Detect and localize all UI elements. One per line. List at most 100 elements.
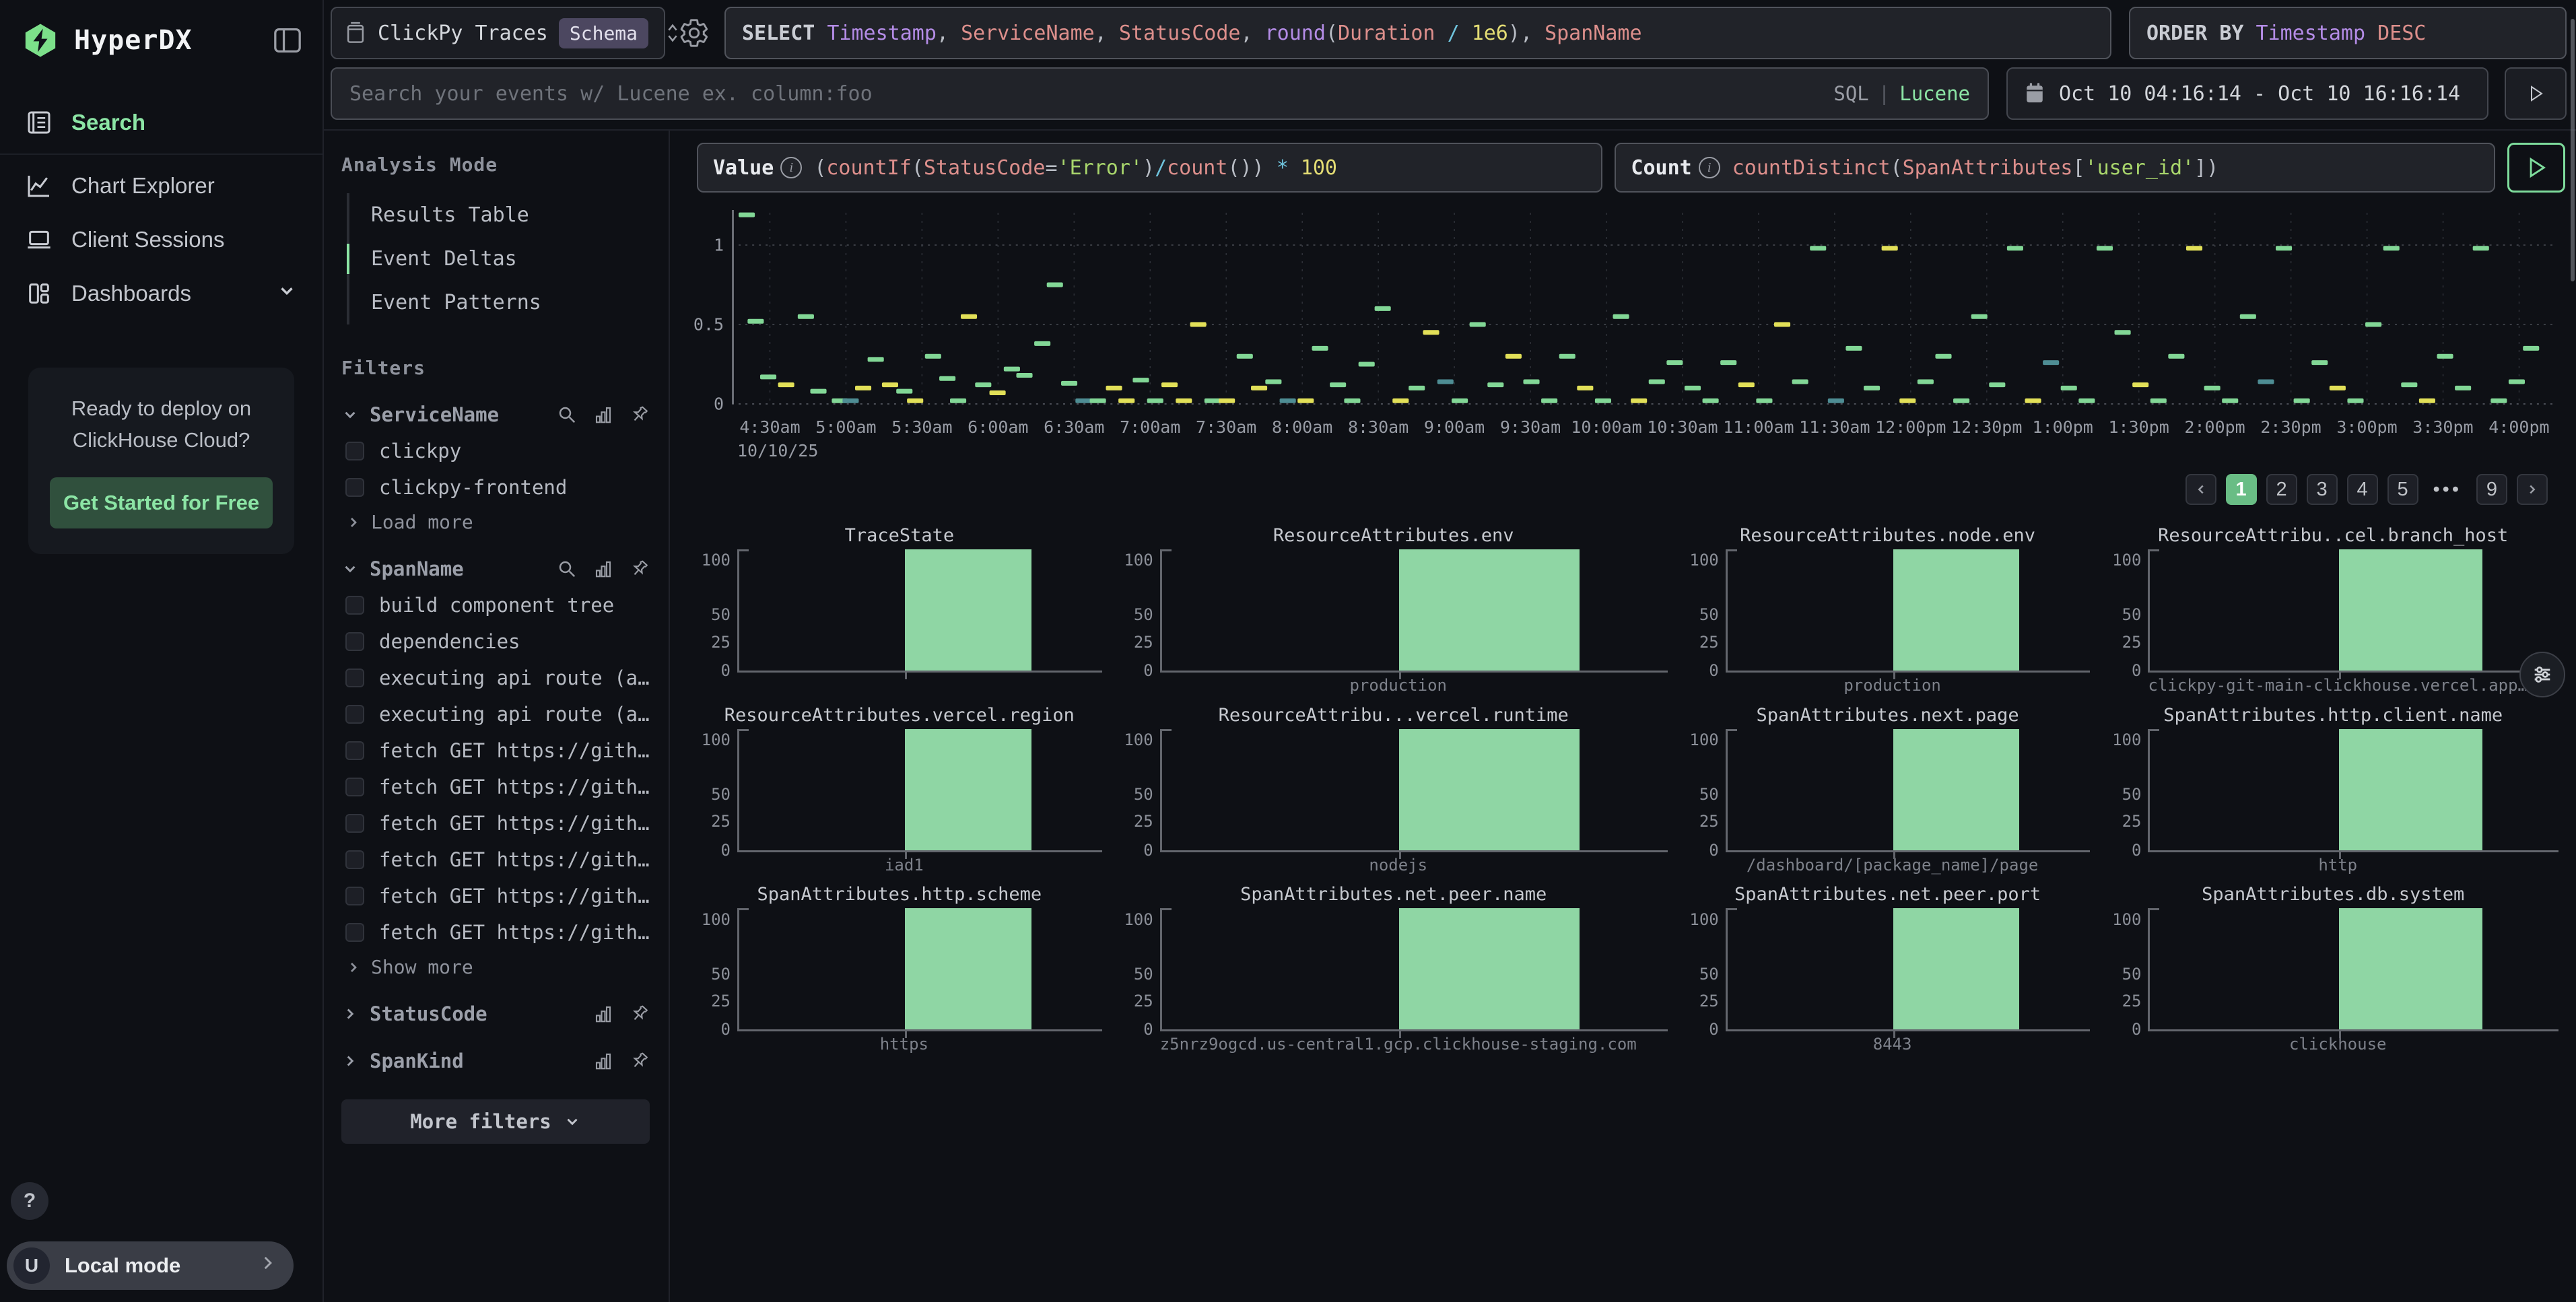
search-icon[interactable] — [557, 559, 577, 579]
attribute-chart[interactable]: ResourceAttributes.node.env10050250produ… — [1685, 525, 2091, 693]
bar[interactable] — [905, 549, 1031, 671]
bar-chart-icon[interactable] — [593, 405, 613, 425]
analysis-mode-option[interactable]: Event Patterns — [349, 281, 650, 324]
more-filters-button[interactable]: More filters — [341, 1099, 650, 1144]
source-select[interactable]: ClickPy Traces Schema — [331, 7, 665, 59]
analysis-mode-option[interactable]: Event Deltas — [349, 237, 650, 281]
pagination-prev-button[interactable] — [2185, 474, 2216, 505]
checkbox[interactable] — [345, 814, 364, 833]
pagination-page-4[interactable]: 4 — [2347, 474, 2378, 505]
pin-icon[interactable] — [630, 1051, 650, 1071]
checkbox[interactable] — [345, 632, 364, 651]
filter-checkbox-row[interactable]: clickpy — [341, 440, 650, 462]
filter-group-header[interactable]: SpanName — [341, 557, 650, 580]
bar[interactable] — [1893, 549, 2019, 671]
filter-checkbox-row[interactable]: executing api route (app)… — [341, 703, 650, 726]
run-query-button[interactable] — [2507, 143, 2565, 193]
chart-settings-fab[interactable] — [2519, 652, 2565, 697]
bar-chart-icon[interactable] — [593, 559, 613, 579]
filter-more-button[interactable]: Load more — [341, 511, 650, 533]
checkbox[interactable] — [345, 850, 364, 869]
attribute-chart[interactable]: ResourceAttribu...vercel.runtime10050250… — [1120, 705, 1668, 873]
gear-icon[interactable] — [679, 18, 710, 48]
bar-chart-icon[interactable] — [593, 1004, 613, 1024]
filter-checkbox-row[interactable]: fetch GET https://github.… — [341, 885, 650, 907]
sql-mode-button[interactable]: SQL — [1833, 82, 1868, 105]
bar[interactable] — [1399, 729, 1580, 850]
filter-checkbox-row[interactable]: fetch GET https://github.… — [341, 812, 650, 835]
checkbox[interactable] — [345, 669, 364, 687]
filter-group-header[interactable]: StatusCode — [341, 1002, 650, 1025]
pagination-page-3[interactable]: 3 — [2307, 474, 2338, 505]
lucene-mode-button[interactable]: Lucene — [1899, 82, 1970, 105]
local-mode-menu[interactable]: U Local mode — [7, 1241, 294, 1290]
bar[interactable] — [1893, 729, 2019, 850]
attribute-chart[interactable]: ResourceAttribu..cel.branch_host10050250… — [2107, 525, 2558, 693]
attribute-chart[interactable]: ResourceAttributes.vercel.region10050250… — [697, 705, 1102, 873]
pagination-page-5[interactable]: 5 — [2387, 474, 2418, 505]
filter-group-header[interactable]: SpanKind — [341, 1050, 650, 1072]
sidebar-item-chart-explorer[interactable]: Chart Explorer — [0, 159, 323, 213]
attribute-chart[interactable]: ResourceAttributes.env10050250production — [1120, 525, 1668, 693]
bar[interactable] — [2339, 549, 2482, 671]
event-deltas-chart[interactable]: 1 0.5 0 — [697, 203, 2557, 413]
checkbox[interactable] — [345, 442, 364, 460]
get-started-button[interactable]: Get Started for Free — [50, 477, 273, 528]
live-tail-button[interactable] — [2505, 67, 2567, 120]
pagination-page-1[interactable]: 1 — [2226, 474, 2257, 505]
bar[interactable] — [905, 908, 1031, 1029]
pagination-next-button[interactable] — [2517, 474, 2548, 505]
help-button[interactable]: ? — [11, 1182, 48, 1220]
attribute-chart[interactable]: SpanAttributes.http.scheme10050250https — [697, 884, 1102, 1052]
filter-checkbox-row[interactable]: executing api route (app)… — [341, 666, 650, 689]
sidebar-item-search[interactable]: Search — [0, 96, 323, 149]
attribute-chart[interactable]: SpanAttributes.db.system10050250clickhou… — [2107, 884, 2558, 1052]
attribute-chart[interactable]: SpanAttributes.http.client.name10050250h… — [2107, 705, 2558, 873]
sidebar-item-dashboards[interactable]: Dashboards — [0, 267, 323, 320]
checkbox[interactable] — [345, 596, 364, 615]
scrollbar-thumb[interactable] — [2571, 19, 2575, 281]
bar-chart-icon[interactable] — [593, 1051, 613, 1071]
value-expression-input[interactable]: Value i (countIf(StatusCode='Error')/cou… — [697, 143, 1602, 193]
sidebar-item-client-sessions[interactable]: Client Sessions — [0, 213, 323, 267]
analysis-mode-option[interactable]: Results Table — [349, 193, 650, 237]
mini-chart-body: 10050250 — [1685, 908, 2091, 1029]
checkbox[interactable] — [345, 778, 364, 796]
filter-more-button[interactable]: Show more — [341, 956, 650, 978]
pagination-page-2[interactable]: 2 — [2266, 474, 2297, 505]
pagination-page-9[interactable]: 9 — [2476, 474, 2507, 505]
filter-group-header[interactable]: ServiceName — [341, 403, 650, 426]
bar[interactable] — [2339, 908, 2482, 1029]
checkbox[interactable] — [345, 887, 364, 905]
pin-icon[interactable] — [630, 405, 650, 425]
attribute-chart[interactable]: TraceState10050250 — [697, 525, 1102, 693]
checkbox[interactable] — [345, 478, 364, 497]
attribute-chart[interactable]: SpanAttributes.next.page10050250/dashboa… — [1685, 705, 2091, 873]
pin-icon[interactable] — [630, 559, 650, 579]
pin-icon[interactable] — [630, 1004, 650, 1024]
filter-checkbox-row[interactable]: fetch GET https://github.… — [341, 921, 650, 944]
search-input[interactable]: Search your events w/ Lucene ex. column:… — [331, 67, 1989, 120]
filter-checkbox-row[interactable]: dependencies — [341, 630, 650, 653]
attribute-chart[interactable]: SpanAttributes.net.peer.port100502508443 — [1685, 884, 2091, 1052]
bar[interactable] — [2339, 729, 2482, 850]
checkbox[interactable] — [345, 705, 364, 724]
bar[interactable] — [1399, 549, 1580, 671]
filter-checkbox-row[interactable]: fetch GET https://github.… — [341, 776, 650, 798]
order-by-input[interactable]: ORDER BY Timestamp DESC — [2129, 7, 2567, 59]
count-expression-input[interactable]: Count i countDistinct(SpanAttributes['us… — [1615, 143, 2495, 193]
bar[interactable] — [1893, 908, 2019, 1029]
search-icon[interactable] — [557, 405, 577, 425]
filter-checkbox-row[interactable]: clickpy-frontend — [341, 476, 650, 499]
filter-checkbox-row[interactable]: fetch GET https://github.… — [341, 848, 650, 871]
attribute-chart[interactable]: SpanAttributes.net.peer.name10050250z5nr… — [1120, 884, 1668, 1052]
date-range-picker[interactable]: Oct 10 04:16:14 - Oct 10 16:16:14 — [2006, 67, 2488, 120]
collapse-sidebar-icon[interactable] — [273, 27, 302, 54]
bar[interactable] — [1399, 908, 1580, 1029]
checkbox[interactable] — [345, 741, 364, 760]
filter-checkbox-row[interactable]: fetch GET https://github.… — [341, 739, 650, 762]
bar[interactable] — [905, 729, 1031, 850]
filter-checkbox-row[interactable]: build component tree — [341, 594, 650, 617]
select-query-input[interactable]: SELECT Timestamp, ServiceName, StatusCod… — [724, 7, 2111, 59]
checkbox[interactable] — [345, 923, 364, 942]
